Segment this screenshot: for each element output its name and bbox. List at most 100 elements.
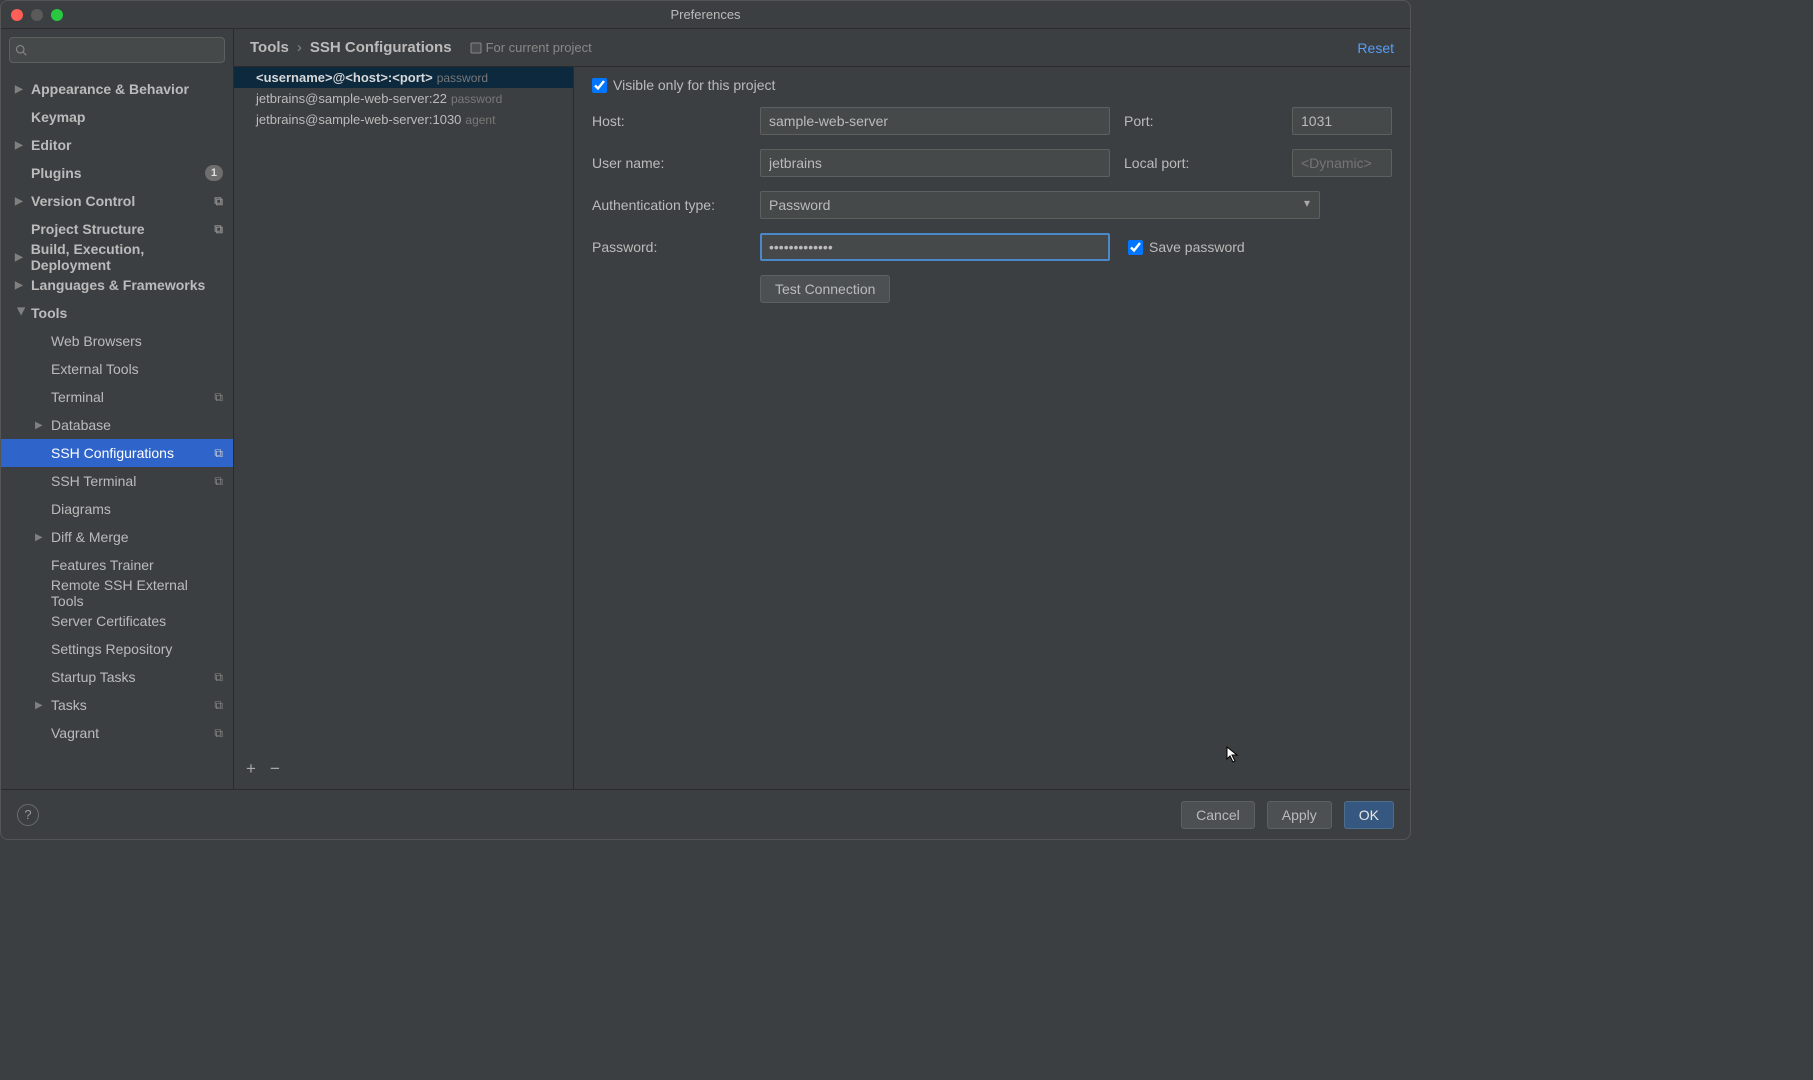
- visible-only-checkbox-label[interactable]: Visible only for this project: [592, 77, 775, 93]
- sidebar-item-label: Features Trainer: [51, 557, 154, 573]
- ok-button[interactable]: OK: [1344, 801, 1394, 829]
- chevron-icon: ▶: [15, 280, 27, 291]
- sidebar-item-label: Web Browsers: [51, 333, 142, 349]
- config-list: <username>@<host>:<port>passwordjetbrain…: [234, 67, 574, 789]
- sidebar-item-label: External Tools: [51, 361, 139, 377]
- sidebar-item-plugins[interactable]: Plugins 1: [1, 159, 233, 187]
- config-item-auth: agent: [465, 113, 495, 127]
- settings-tree: ▶Appearance & BehaviorKeymap▶EditorPlugi…: [1, 71, 233, 789]
- sidebar: ▶Appearance & BehaviorKeymap▶EditorPlugi…: [1, 29, 234, 789]
- sidebar-item-vagrant[interactable]: Vagrant ⧉: [1, 719, 233, 747]
- sidebar-item-remote-ssh-external-tools[interactable]: Remote SSH External Tools: [1, 579, 233, 607]
- sidebar-item-keymap[interactable]: Keymap: [1, 103, 233, 131]
- sidebar-item-tasks[interactable]: ▶ Tasks ⧉: [1, 691, 233, 719]
- authtype-select[interactable]: Password: [760, 191, 1320, 219]
- sidebar-item-label: Languages & Frameworks: [31, 277, 205, 293]
- sidebar-item-build-execution-deployment[interactable]: ▶Build, Execution, Deployment: [1, 243, 233, 271]
- username-input[interactable]: [760, 149, 1110, 177]
- chevron-icon: ▶: [15, 84, 27, 95]
- chevron-icon: ▶: [16, 307, 27, 319]
- sidebar-item-ssh-terminal[interactable]: SSH Terminal⧉: [1, 467, 233, 495]
- content-header: Tools › SSH Configurations For current p…: [234, 29, 1410, 67]
- config-item-label: <username>@<host>:<port>: [256, 70, 433, 85]
- project-scope-icon: ⧉: [214, 194, 223, 209]
- config-item-auth: password: [437, 71, 488, 85]
- config-item-label: jetbrains@sample-web-server:22: [256, 91, 447, 106]
- config-item-label: jetbrains@sample-web-server:1030: [256, 112, 461, 127]
- chevron-icon: ▶: [35, 700, 47, 711]
- content-pane: Tools › SSH Configurations For current p…: [234, 29, 1410, 789]
- config-toolbar: + −: [234, 749, 573, 789]
- breadcrumb-tools[interactable]: Tools: [250, 39, 289, 56]
- sidebar-item-label: Plugins: [31, 165, 82, 181]
- sidebar-item-label: Remote SSH External Tools: [51, 577, 223, 609]
- traffic-lights: [1, 9, 63, 21]
- project-scope-icon: ⧉: [214, 390, 223, 405]
- password-input[interactable]: [760, 233, 1110, 261]
- config-item[interactable]: jetbrains@sample-web-server:1030 agent: [234, 109, 573, 130]
- sidebar-item-web-browsers[interactable]: Web Browsers: [1, 327, 233, 355]
- test-connection-button[interactable]: Test Connection: [760, 275, 890, 303]
- sidebar-item-label: Project Structure: [31, 221, 145, 237]
- sidebar-item-appearance-behavior[interactable]: ▶ Appearance & Behavior: [1, 75, 233, 103]
- password-label: Password:: [592, 239, 760, 255]
- sidebar-item-settings-repository[interactable]: Settings Repository: [1, 635, 233, 663]
- sidebar-item-languages-frameworks[interactable]: ▶ Languages & Frameworks: [1, 271, 233, 299]
- help-button[interactable]: ?: [17, 804, 39, 826]
- titlebar: Preferences: [1, 1, 1410, 29]
- chevron-icon: ▶: [35, 420, 47, 431]
- sidebar-item-label: Server Certificates: [51, 613, 166, 629]
- sidebar-item-server-certificates[interactable]: Server Certificates: [1, 607, 233, 635]
- sidebar-item-ssh-configurations[interactable]: SSH Configurations⧉: [1, 439, 233, 467]
- project-scope-icon: [470, 42, 482, 54]
- apply-button[interactable]: Apply: [1267, 801, 1332, 829]
- localport-label: Local port:: [1124, 155, 1292, 171]
- sidebar-item-label: Vagrant: [51, 725, 99, 741]
- close-window-icon[interactable]: [11, 9, 23, 21]
- for-current-project-label: For current project: [470, 40, 592, 55]
- sidebar-item-tools[interactable]: ▶Tools: [1, 299, 233, 327]
- window-title: Preferences: [670, 7, 740, 22]
- sidebar-item-label: Diff & Merge: [51, 529, 129, 545]
- remove-config-button[interactable]: −: [270, 759, 280, 779]
- port-input[interactable]: [1292, 107, 1392, 135]
- sidebar-item-label: Tasks: [51, 697, 87, 713]
- breadcrumb-ssh: SSH Configurations: [310, 39, 452, 56]
- sidebar-item-terminal[interactable]: Terminal⧉: [1, 383, 233, 411]
- sidebar-item-diff-merge[interactable]: ▶ Diff & Merge: [1, 523, 233, 551]
- reset-link[interactable]: Reset: [1357, 40, 1394, 56]
- zoom-window-icon[interactable]: [51, 9, 63, 21]
- cancel-button[interactable]: Cancel: [1181, 801, 1255, 829]
- sidebar-item-startup-tasks[interactable]: Startup Tasks⧉: [1, 663, 233, 691]
- host-input[interactable]: [760, 107, 1110, 135]
- chevron-icon: ▶: [15, 196, 27, 207]
- sidebar-item-label: Database: [51, 417, 111, 433]
- project-scope-icon: ⧉: [214, 726, 223, 741]
- sidebar-item-label: Appearance & Behavior: [31, 81, 189, 97]
- sidebar-item-label: SSH Configurations: [51, 445, 174, 461]
- badge: 1: [205, 165, 223, 181]
- breadcrumb-separator-icon: ›: [297, 39, 302, 56]
- sidebar-item-project-structure[interactable]: Project Structure ⧉: [1, 215, 233, 243]
- localport-input[interactable]: [1292, 149, 1392, 177]
- project-scope-icon: ⧉: [214, 698, 223, 713]
- visible-only-checkbox[interactable]: [592, 78, 607, 93]
- config-item[interactable]: jetbrains@sample-web-server:22 password: [234, 88, 573, 109]
- save-password-checkbox[interactable]: [1128, 240, 1143, 255]
- sidebar-item-editor[interactable]: ▶Editor: [1, 131, 233, 159]
- sidebar-item-version-control[interactable]: ▶Version Control⧉: [1, 187, 233, 215]
- chevron-icon: ▶: [35, 532, 47, 543]
- ssh-config-form: Visible only for this project Host: Port…: [574, 67, 1410, 789]
- sidebar-item-external-tools[interactable]: External Tools: [1, 355, 233, 383]
- project-scope-icon: ⧉: [214, 222, 223, 237]
- search-input[interactable]: [9, 37, 225, 63]
- sidebar-item-diagrams[interactable]: Diagrams: [1, 495, 233, 523]
- sidebar-item-features-trainer[interactable]: Features Trainer: [1, 551, 233, 579]
- sidebar-item-label: Build, Execution, Deployment: [31, 241, 223, 273]
- config-item[interactable]: <username>@<host>:<port> password: [234, 67, 573, 88]
- add-config-button[interactable]: +: [246, 759, 256, 779]
- sidebar-item-database[interactable]: ▶ Database: [1, 411, 233, 439]
- save-password-label[interactable]: Save password: [1128, 239, 1245, 255]
- minimize-window-icon[interactable]: [31, 9, 43, 21]
- config-item-auth: password: [451, 92, 502, 106]
